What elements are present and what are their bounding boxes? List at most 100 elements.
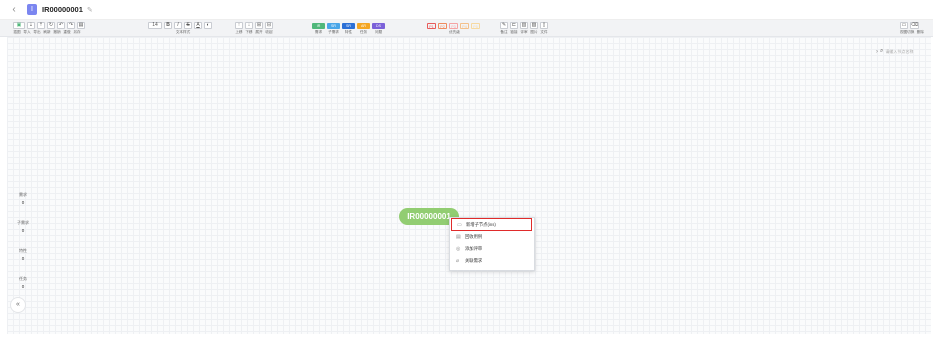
- font-color-button[interactable]: A: [194, 22, 202, 29]
- menu-item-label: 添加评审: [465, 246, 483, 251]
- move-down-button[interactable]: ↓: [245, 22, 253, 29]
- stat-requirements: 需求 0: [12, 192, 34, 205]
- stat-label: 子需求: [17, 220, 29, 225]
- priority-group-label: 优先级: [449, 29, 460, 34]
- edit-label-6: 另存: [73, 29, 81, 34]
- node-label-2: 展开: [255, 29, 263, 34]
- tag-chip-4[interactable]: DS: [372, 22, 385, 29]
- right-label-1: 删除: [916, 29, 924, 34]
- toolbar-insert-group: ✎ ⊏ ▥ ▨ ▯ 备注 链接 评审 图片 文件: [500, 22, 548, 35]
- document-icon: I: [27, 4, 37, 15]
- menu-item-add-child[interactable]: ▭ 新增子节点(ins): [451, 218, 532, 231]
- menu-item-link-requirement[interactable]: ⌀ 关联需求: [451, 255, 532, 267]
- tag-chip-2[interactable]: SR: [342, 22, 355, 29]
- stat-label: 需求: [19, 192, 27, 197]
- search-input[interactable]: [885, 49, 928, 54]
- edit-label-5: 重做: [63, 29, 71, 34]
- tag-label-0: 需求: [314, 29, 323, 34]
- delete-button[interactable]: ⌫: [910, 22, 920, 29]
- stat-sub-requirements: 子需求 0: [12, 220, 34, 233]
- edit-label-1: 导入: [23, 29, 31, 34]
- insert-label-2: 评审: [520, 29, 528, 34]
- link-button[interactable]: ⊏: [510, 22, 518, 29]
- redo-button[interactable]: ↷: [67, 22, 75, 29]
- stat-features: 特性 0: [12, 248, 34, 261]
- tag-chip-3[interactable]: AR: [357, 22, 370, 29]
- edit-pencil-icon[interactable]: ✎: [87, 6, 93, 14]
- insert-label-4: 文件: [540, 29, 548, 34]
- toolbar-tag-group: IR SR SR AR DS 需求 子需求 特性 任务 问题: [312, 22, 385, 35]
- insert-button[interactable]: ▣: [13, 22, 25, 29]
- tag-label-3: 任务: [359, 29, 368, 34]
- insert-label-3: 图片: [530, 29, 538, 34]
- document-title: IR00000001: [42, 5, 83, 14]
- note-button[interactable]: ✎: [500, 22, 508, 29]
- undo-button[interactable]: ↶: [57, 22, 65, 29]
- priority-chip-1[interactable]: P2: [438, 22, 447, 29]
- refresh-button[interactable]: ↻: [47, 22, 55, 29]
- search-icon: ⌕: [880, 48, 884, 54]
- review-icon: ◎: [456, 246, 461, 252]
- stat-value: 0: [21, 228, 25, 233]
- highlight-button[interactable]: ◐: [204, 22, 212, 29]
- node-search: › ⌕: [876, 48, 928, 55]
- tag-label-1: 子需求: [328, 29, 339, 34]
- priority-chip-2[interactable]: P3: [449, 22, 458, 29]
- priority-chip-3[interactable]: P4: [460, 22, 469, 29]
- mindmap-canvas[interactable]: [7, 37, 931, 334]
- file-button[interactable]: ▯: [540, 22, 548, 29]
- stat-label: 任务: [19, 276, 27, 281]
- back-chevron-icon[interactable]: ‹: [7, 4, 21, 15]
- context-menu: ▭ 新增子节点(ins) ▤ 回收用例 ◎ 添加评审 ⌀ 关联需求: [449, 217, 535, 271]
- collapse-panel-button[interactable]: «: [10, 297, 26, 313]
- toolbar-node-group: ↑ ↓ ⊞ ⊟ 上移 下移 展开 收起: [235, 22, 273, 35]
- stat-value: 0: [21, 200, 25, 205]
- stat-value: 0: [21, 284, 25, 289]
- node-label-1: 下移: [245, 29, 253, 34]
- collapse-button[interactable]: ⊟: [265, 22, 273, 29]
- tag-chip-0[interactable]: IR: [312, 22, 325, 29]
- move-up-button[interactable]: ↑: [235, 22, 243, 29]
- font-group-label: 文本样式: [175, 29, 191, 34]
- tag-chip-1[interactable]: SR: [327, 22, 340, 29]
- import-button[interactable]: ⇣: [27, 22, 35, 29]
- image-button[interactable]: ▨: [530, 22, 538, 29]
- priority-chip-4[interactable]: P5: [471, 22, 480, 29]
- tag-label-4: 问题: [374, 29, 383, 34]
- menu-item-label: 关联需求: [465, 258, 483, 263]
- review-button[interactable]: ▥: [520, 22, 528, 29]
- insert-label-0: 备注: [500, 29, 508, 34]
- bold-button[interactable]: B: [164, 22, 172, 29]
- edit-label-4: 撤销: [53, 29, 61, 34]
- stat-label: 特性: [19, 248, 27, 253]
- top-bar: ‹ I IR00000001 ✎: [0, 0, 933, 20]
- toolbar-font-group: 14 B I S A ◐ 文本样式: [148, 22, 218, 35]
- tag-label-2: 特性: [344, 29, 353, 34]
- right-label-0: 视图切换: [900, 29, 915, 34]
- node-label-0: 上移: [235, 29, 243, 34]
- view-switch-button[interactable]: ▭: [900, 22, 908, 29]
- expand-button[interactable]: ⊞: [255, 22, 263, 29]
- toolbar-edit-group: ▣ ⇣ ⇡ ↻ ↶ ↷ ▤ 插图 导入 导出 刷新 撤销 重做 另存: [13, 22, 85, 35]
- edit-label-0: 插图: [13, 29, 21, 34]
- chevron-right-icon[interactable]: ›: [876, 49, 878, 55]
- strikethrough-button[interactable]: S: [184, 22, 192, 29]
- menu-item-add-review[interactable]: ◎ 添加评审: [451, 243, 532, 255]
- font-size-select[interactable]: 14: [148, 22, 162, 29]
- menu-item-label: 回收用例: [465, 234, 483, 239]
- toolbar-priority-group: P1 P2 P3 P4 P5 优先级: [427, 22, 482, 35]
- stat-tasks: 任务 0: [12, 276, 34, 289]
- save-as-button[interactable]: ▤: [77, 22, 85, 29]
- link-icon: ⌀: [456, 258, 460, 264]
- priority-chip-0[interactable]: P1: [427, 22, 436, 29]
- menu-item-label: 新增子节点(ins): [466, 221, 496, 227]
- edit-label-2: 导出: [33, 29, 41, 34]
- node-label-3: 收起: [265, 29, 273, 34]
- edit-label-3: 刷新: [43, 29, 51, 34]
- menu-item-recycle-cases[interactable]: ▤ 回收用例: [451, 231, 532, 243]
- italic-button[interactable]: I: [174, 22, 182, 29]
- insert-label-1: 链接: [510, 29, 518, 34]
- export-button[interactable]: ⇡: [37, 22, 45, 29]
- toolbar: ▣ ⇣ ⇡ ↻ ↶ ↷ ▤ 插图 导入 导出 刷新 撤销 重做 另存 14 B I S A …: [0, 20, 933, 37]
- recycle-icon: ▤: [456, 234, 461, 240]
